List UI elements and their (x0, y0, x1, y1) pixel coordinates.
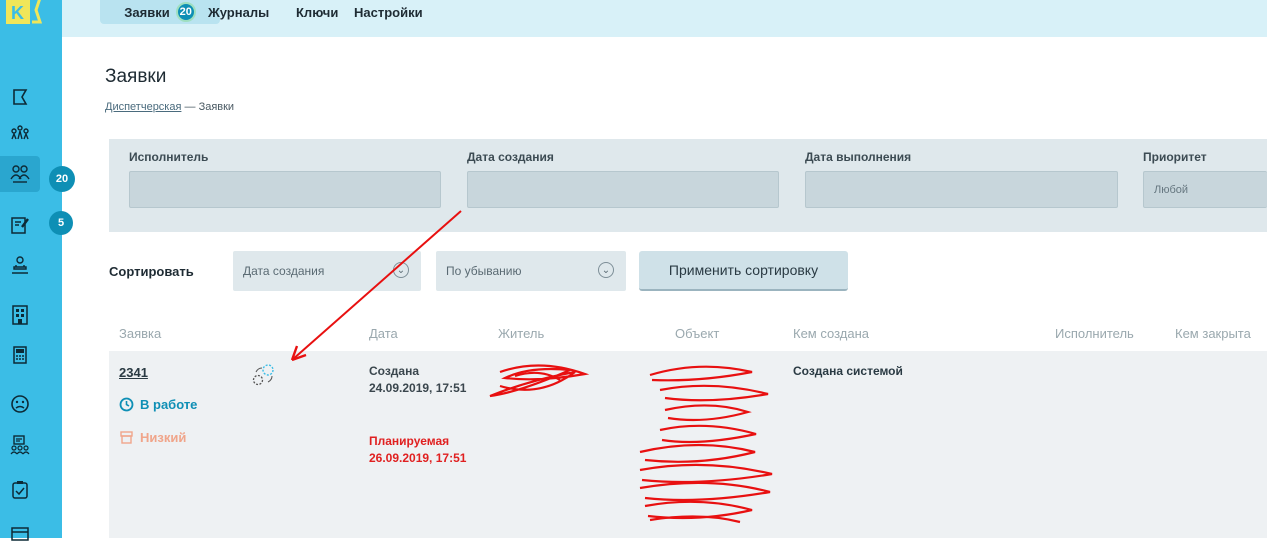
planned-date: Планируемая 26.09.2019, 17:51 (369, 434, 467, 465)
checklist-icon[interactable] (0, 475, 40, 505)
executor-filter-input[interactable] (129, 171, 441, 208)
logo-icon: K (6, 0, 43, 24)
chevron-down-icon: ⌄ (598, 262, 614, 278)
flag-icon[interactable] (0, 82, 40, 112)
priority-filter-select[interactable]: Любой (1143, 171, 1267, 208)
tab-requests-badge: 20 (175, 2, 196, 22)
done-date-filter-input[interactable] (805, 171, 1118, 208)
request-number-link[interactable]: 2341 (119, 364, 148, 381)
tab-requests[interactable]: Заявки 20 (100, 0, 220, 24)
tab-journals[interactable]: Журналы (208, 0, 269, 24)
table-row[interactable]: 2341 В работе Низкий Создана 24.09.2019,… (109, 351, 1267, 538)
journals-badge: 5 (49, 211, 73, 235)
chevron-down-icon: ⌄ (393, 262, 409, 278)
request-priority: Низкий (119, 429, 186, 446)
sidebar: K 20 5 (0, 0, 75, 541)
column-header-date[interactable]: Дата (369, 326, 398, 341)
top-nav: Заявки 20 Журналы Ключи Настройки (62, 0, 1267, 37)
request-status: В работе (119, 396, 197, 413)
requests-badge: 20 (49, 166, 75, 192)
sort-order-select[interactable]: По убыванию ⌄ (436, 251, 626, 291)
status-label: В работе (140, 397, 198, 412)
calculator-icon[interactable] (0, 340, 40, 370)
gears-icon[interactable] (248, 362, 280, 390)
column-header-request[interactable]: Заявка (119, 326, 161, 341)
chart-icon[interactable] (0, 117, 40, 147)
tab-keys[interactable]: Ключи (296, 0, 338, 24)
column-header-resident[interactable]: Житель (498, 326, 544, 341)
box-icon (120, 431, 133, 444)
breadcrumb-separator: — (181, 101, 199, 113)
page-title: Заявки (105, 66, 167, 87)
column-header-executor[interactable]: Исполнитель (1055, 326, 1134, 341)
clock-icon (119, 397, 134, 412)
sad-face-icon[interactable] (0, 389, 40, 419)
column-header-created-by[interactable]: Кем создана (793, 326, 869, 341)
executor-filter-label: Исполнитель (129, 150, 209, 164)
filter-panel: Исполнитель Дата создания Дата выполнени… (109, 139, 1267, 232)
breadcrumb-current: Заявки (198, 101, 235, 113)
logo[interactable]: K (0, 0, 46, 26)
priority-filter-label: Приоритет (1143, 150, 1207, 164)
sort-label: Сортировать (109, 264, 194, 279)
created-by-value: Создана системой (793, 364, 903, 378)
created-date-filter-input[interactable] (467, 171, 779, 208)
card-icon[interactable] (0, 518, 40, 548)
sort-field-value: Дата создания (243, 264, 325, 278)
created-date-filter-label: Дата создания (467, 150, 554, 164)
sort-order-value: По убыванию (446, 264, 522, 278)
column-header-closed-by[interactable]: Кем закрыта (1175, 326, 1251, 341)
sort-field-select[interactable]: Дата создания ⌄ (233, 251, 421, 291)
group-icon[interactable] (0, 430, 40, 460)
svg-text:K: K (11, 3, 24, 23)
tab-settings[interactable]: Настройки (354, 0, 423, 24)
building-icon[interactable] (0, 300, 40, 330)
tab-requests-label: Заявки (124, 4, 170, 20)
apply-sort-button[interactable]: Применить сортировку (639, 251, 848, 291)
breadcrumb: Диспетчерская — Заявки (105, 101, 234, 113)
residents-icon[interactable] (0, 159, 40, 189)
breadcrumb-link-dispatcher[interactable]: Диспетчерская (105, 101, 181, 113)
column-header-object[interactable]: Объект (675, 326, 719, 341)
done-date-filter-label: Дата выполнения (805, 150, 912, 164)
created-date: Создана 24.09.2019, 17:51 (369, 364, 467, 395)
priority-label: Низкий (140, 430, 187, 445)
dispatcher-icon[interactable] (0, 250, 40, 280)
edit-icon[interactable] (0, 210, 40, 240)
